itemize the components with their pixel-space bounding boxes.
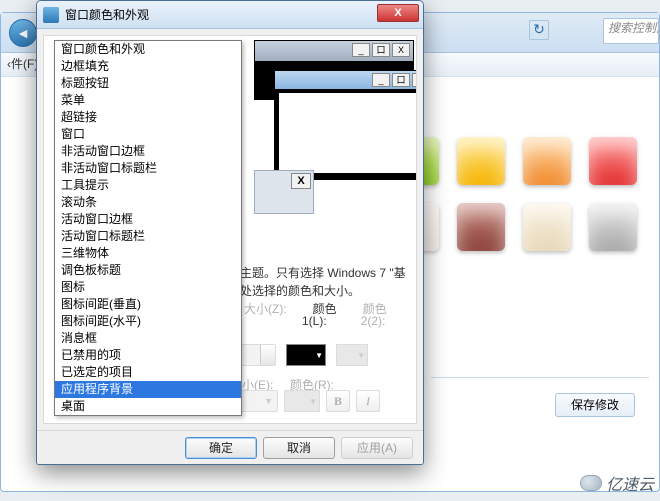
dropdown-item[interactable]: 图标间距(垂直) xyxy=(55,296,241,313)
cancel-button[interactable]: 取消 xyxy=(263,437,335,459)
dropdown-item[interactable]: 标题按钮 xyxy=(55,75,241,92)
color-swatch-gray[interactable] xyxy=(589,203,637,251)
chevron-down-icon: ▼ xyxy=(309,397,317,406)
dropdown-item[interactable]: 菜单 xyxy=(55,92,241,109)
dropdown-item[interactable]: 工具提示 xyxy=(55,177,241,194)
watermark: 亿速云 xyxy=(580,471,654,495)
menu-file[interactable]: ‹件(F) xyxy=(7,57,38,71)
dropdown-item[interactable]: 已选定的项目 xyxy=(55,364,241,381)
dialog-titlebar[interactable]: 窗口颜色和外观 X xyxy=(37,1,423,29)
color-swatch-red[interactable] xyxy=(589,137,637,185)
header-right: ↻ xyxy=(529,20,599,40)
helper-text: 主题。只有选择 Windows 7 "基 处选择的颜色和大小。 xyxy=(240,264,417,300)
dropdown-item[interactable]: 图标间距(水平) xyxy=(55,313,241,330)
color-swatch-grid xyxy=(391,137,637,251)
maximize-icon: 口 xyxy=(392,73,410,87)
dropdown-item[interactable]: 桌面 xyxy=(55,398,241,415)
dropdown-item[interactable]: 调色板标题 xyxy=(55,262,241,279)
dropdown-item[interactable]: 滚动条 xyxy=(55,194,241,211)
maximize-icon: 口 xyxy=(372,43,390,57)
dropdown-item[interactable]: 窗口颜色和外观 xyxy=(55,41,241,58)
chevron-down-icon: ▼ xyxy=(357,351,365,360)
italic-button: I xyxy=(356,390,380,412)
item-dropdown-list[interactable]: 窗口颜色和外观边框填充标题按钮菜单超链接窗口非活动窗口边框非活动窗口标题栏工具提… xyxy=(54,40,242,416)
bold-button: B xyxy=(326,390,350,412)
dropdown-item[interactable]: 活动窗口标题栏 xyxy=(55,228,241,245)
chevron-down-icon: ▼ xyxy=(315,351,323,360)
apply-button: 应用(A) xyxy=(341,437,413,459)
color-swatch-tan[interactable] xyxy=(523,203,571,251)
close-icon: X xyxy=(412,73,417,87)
close-icon: X xyxy=(291,173,311,189)
dropdown-item[interactable]: 窗口 xyxy=(55,126,241,143)
color1-label: 1(L): xyxy=(302,314,327,328)
dropdown-item[interactable]: 超链接 xyxy=(55,109,241,126)
color-sub-row: 1(L): 2(2): xyxy=(302,314,417,328)
dropdown-item[interactable]: 消息框 xyxy=(55,330,241,347)
color-swatch-orange[interactable] xyxy=(523,137,571,185)
color-swatch-brown[interactable] xyxy=(457,203,505,251)
color-swatch-yellow[interactable] xyxy=(457,137,505,185)
dropdown-item[interactable]: 图标 xyxy=(55,279,241,296)
close-icon: X xyxy=(392,43,410,57)
dropdown-item[interactable]: 非活动窗口边框 xyxy=(55,143,241,160)
divider xyxy=(431,377,649,378)
minimize-icon: _ xyxy=(352,43,370,57)
ok-button[interactable]: 确定 xyxy=(185,437,257,459)
preview-active-window: _ 口 X xyxy=(274,70,417,180)
dropdown-item[interactable]: 三维物体 xyxy=(55,245,241,262)
watermark-logo-icon xyxy=(580,475,602,491)
search-box[interactable]: 搜索控制面 xyxy=(603,18,659,44)
dialog-body: _ 口 X _ 口 X X 主题。只有选择 Windows 7 "基 处选择的颜… xyxy=(43,35,417,424)
dialog-title-text: 窗口颜色和外观 xyxy=(65,6,149,23)
font-color-picker: ▼ xyxy=(284,390,320,412)
dropdown-item[interactable]: 非活动窗口标题栏 xyxy=(55,160,241,177)
refresh-button[interactable]: ↻ xyxy=(529,20,549,40)
color1-picker[interactable]: ▼ xyxy=(286,344,326,366)
dropdown-item[interactable]: 边框填充 xyxy=(55,58,241,75)
dialog-close-button[interactable]: X xyxy=(377,4,419,22)
save-changes-button[interactable]: 保存修改 xyxy=(555,393,635,417)
preview-client-area xyxy=(279,93,417,173)
color2-picker: ▼ xyxy=(336,344,368,366)
nav-back-button[interactable]: ◄ xyxy=(9,19,37,47)
chevron-down-icon: ▼ xyxy=(264,396,273,406)
dropdown-item[interactable]: 应用程序背景 xyxy=(55,381,241,398)
watermark-text: 亿速云 xyxy=(606,471,654,495)
minimize-icon: _ xyxy=(372,73,390,87)
dropdown-item[interactable]: 已禁用的项 xyxy=(55,347,241,364)
preview-message-box: X xyxy=(254,170,314,214)
dialog-footer: 确定 取消 应用(A) xyxy=(37,430,423,464)
window-color-dialog: 窗口颜色和外观 X _ 口 X _ 口 X X xyxy=(36,0,424,465)
dialog-icon xyxy=(43,7,59,23)
color2-label: 2(2): xyxy=(361,314,386,328)
dropdown-item[interactable]: 活动窗口边框 xyxy=(55,211,241,228)
size-label: 大小(Z): xyxy=(244,300,287,317)
